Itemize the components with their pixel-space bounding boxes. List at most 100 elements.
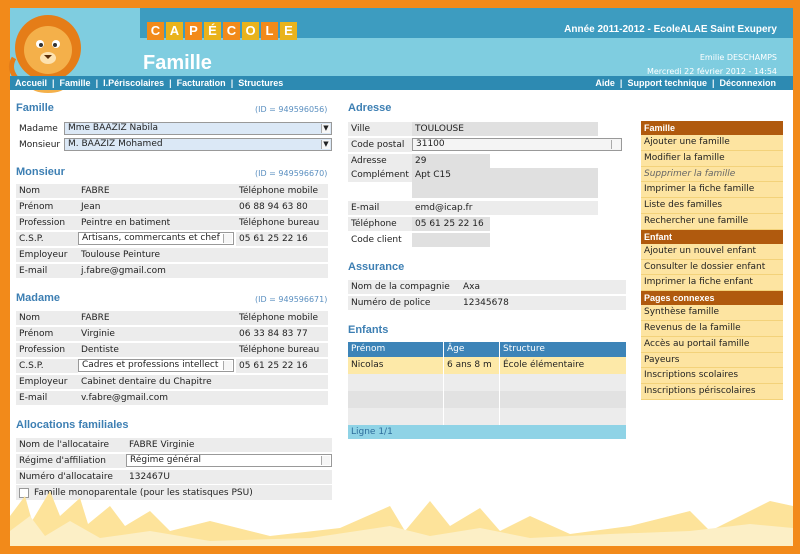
- sidebar-item-modifier-famille[interactable]: Modifier la famille: [641, 150, 783, 167]
- main-nav: Accueil | Famille | I.Périscolaires | Factu…: [10, 76, 793, 90]
- chevron-down-icon: ▼: [321, 140, 330, 149]
- col-age[interactable]: Âge: [444, 342, 500, 357]
- sidebar-item-payeurs[interactable]: Payeurs: [641, 352, 783, 369]
- nav-structures[interactable]: Structures: [233, 78, 288, 88]
- sidebar-item-rechercher-famille[interactable]: Rechercher une famille: [641, 213, 783, 230]
- complement-label: Complément: [348, 168, 412, 182]
- sidebar-item-inscriptions-scolaires[interactable]: Inscriptions scolaires: [641, 368, 783, 385]
- adresse-label: Adresse: [348, 153, 412, 168]
- m-tel-bureau-label: Téléphone bureau: [236, 215, 328, 230]
- m-csp-select[interactable]: Artisans, commercants et chef: [78, 232, 234, 245]
- chevron-down-icon: [223, 361, 232, 370]
- monsieur-select[interactable]: M. BAAZIZ Mohamed ▼: [64, 138, 332, 151]
- header: CAPÉCOLE Année 2011-2012 - EcoleALAE Sai…: [10, 8, 793, 76]
- f-email-label: E-mail: [16, 390, 78, 405]
- logo-letter: C: [147, 22, 164, 40]
- user-name: Emilie DESCHAMPS: [699, 53, 777, 62]
- code-postal-value: 31100: [416, 139, 445, 149]
- cell-age: [444, 391, 500, 408]
- f-tel-bureau-label: Téléphone bureau: [236, 342, 328, 357]
- f-nom-label: Nom: [16, 310, 78, 325]
- compagnie-label: Nom de la compagnie: [348, 279, 460, 294]
- sidebar-item-consulter-enfant[interactable]: Consulter le dossier enfant: [641, 259, 783, 276]
- f-employeur-label: Employeur: [16, 374, 78, 389]
- code-postal-select[interactable]: 31100: [412, 138, 622, 151]
- madame-section-title: Madame: [16, 292, 61, 304]
- nav-periscolaires[interactable]: I.Périscolaires: [98, 78, 169, 88]
- cell-prenom: Nicolas: [348, 357, 444, 374]
- sidebar-item-portail[interactable]: Accès au portail famille: [641, 336, 783, 353]
- m-employeur-label: Employeur: [16, 247, 78, 262]
- email-label: E-mail: [348, 200, 412, 215]
- table-footer: Ligne 1/1: [348, 425, 626, 439]
- enfants-section-title: Enfants: [348, 324, 389, 336]
- nav-aide[interactable]: Aide: [590, 78, 620, 88]
- col-prenom[interactable]: Prénom: [348, 342, 444, 357]
- police-label: Numéro de police: [348, 295, 460, 310]
- sidebar-item-imprimer-famille[interactable]: Imprimer la fiche famille: [641, 182, 783, 199]
- logo-letter: É: [204, 22, 221, 40]
- cell-structure: [500, 408, 626, 425]
- sidebar: Famille Ajouter une famille Modifier la …: [641, 121, 783, 400]
- adresse-value: 29: [412, 153, 490, 168]
- nav-deconnexion[interactable]: Déconnexion: [714, 78, 781, 88]
- email-value: emd@icap.fr: [412, 200, 598, 215]
- nav-support[interactable]: Support technique: [622, 78, 712, 88]
- col-structure[interactable]: Structure: [500, 342, 626, 357]
- cell-age: [444, 408, 500, 425]
- sidebar-item-ajouter-enfant[interactable]: Ajouter un nouvel enfant: [641, 243, 783, 260]
- nav-famille[interactable]: Famille: [55, 78, 96, 88]
- m-tel-bureau-value: 05 61 25 22 16: [236, 231, 328, 246]
- enfants-table: Prénom Âge Structure Nicolas 6 ans 8 m É…: [348, 342, 626, 439]
- compagnie-value: Axa: [460, 279, 626, 294]
- cell-structure: École élémentaire: [503, 360, 585, 370]
- sidebar-item-ajouter-famille[interactable]: Ajouter une famille: [641, 135, 783, 151]
- logo-letter: P: [185, 22, 202, 40]
- user-info: Emilie DESCHAMPS Mercredi 22 février 201…: [647, 51, 777, 79]
- sidebar-item-inscriptions-periscolaires[interactable]: Inscriptions périscolaires: [641, 384, 783, 400]
- ville-label: Ville: [348, 121, 412, 136]
- f-tel-bureau-value: 05 61 25 22 16: [236, 358, 328, 373]
- f-tel-mobile-label: Téléphone mobile: [236, 310, 328, 325]
- table-row[interactable]: Nicolas 6 ans 8 m École élémentaire: [348, 357, 626, 374]
- monsieur-section-title: Monsieur: [16, 166, 65, 178]
- table-header: Prénom Âge Structure: [348, 342, 626, 357]
- ville-value: TOULOUSE: [412, 121, 598, 136]
- m-email-value: j.fabre@gmail.com: [78, 263, 328, 278]
- sidebar-header-famille: Famille: [641, 121, 783, 135]
- m-email-label: E-mail: [16, 263, 78, 278]
- sidebar-item-imprimer-enfant[interactable]: Imprimer la fiche enfant: [641, 275, 783, 292]
- famille-id: (ID = 949596056): [255, 105, 328, 114]
- flames-decoration: [10, 491, 793, 546]
- cell-structure: [500, 374, 626, 391]
- madame-select-value: Mme BAAZIZ Nabila: [68, 123, 158, 133]
- alloc-nom-label: Nom de l'allocataire: [16, 437, 126, 452]
- madame-select[interactable]: Mme BAAZIZ Nabila ▼: [64, 122, 332, 135]
- m-csp-label: C.S.P.: [16, 231, 78, 246]
- f-tel-mobile-value: 06 33 84 83 77: [236, 326, 328, 341]
- f-profession-value: Dentiste: [78, 342, 236, 357]
- alloc-regime-select[interactable]: Régime général: [126, 454, 332, 467]
- code-postal-label: Code postal: [348, 137, 412, 152]
- logo-letter: A: [166, 22, 183, 40]
- logo-letter: C: [223, 22, 240, 40]
- sidebar-item-revenus[interactable]: Revenus de la famille: [641, 320, 783, 337]
- sidebar-item-liste-familles[interactable]: Liste des familles: [641, 198, 783, 214]
- chevron-down-icon: ▼: [321, 124, 330, 133]
- school-year: Année 2011-2012 - EcoleALAE Saint Exuper…: [564, 24, 777, 35]
- f-csp-select[interactable]: Cadres et professions intellect: [78, 359, 234, 372]
- sidebar-item-supprimer-famille[interactable]: Supprimer la famille: [641, 166, 783, 183]
- monsieur-label: Monsieur: [16, 137, 64, 152]
- sidebar-item-synthese[interactable]: Synthèse famille: [641, 305, 783, 321]
- nav-facturation[interactable]: Facturation: [172, 78, 231, 88]
- m-tel-mobile-value: 06 88 94 63 80: [236, 199, 328, 214]
- logo-letter: O: [242, 22, 259, 40]
- nav-accueil[interactable]: Accueil: [10, 78, 52, 88]
- f-nom-value: FABRE: [78, 310, 236, 325]
- page-title: Famille: [143, 52, 212, 74]
- chevron-down-icon: [223, 234, 232, 243]
- m-nom-value: FABRE: [78, 183, 236, 198]
- logo-letter: L: [261, 22, 278, 40]
- police-value: 12345678: [460, 295, 626, 310]
- alloc-nom-value: FABRE Virginie: [126, 437, 332, 452]
